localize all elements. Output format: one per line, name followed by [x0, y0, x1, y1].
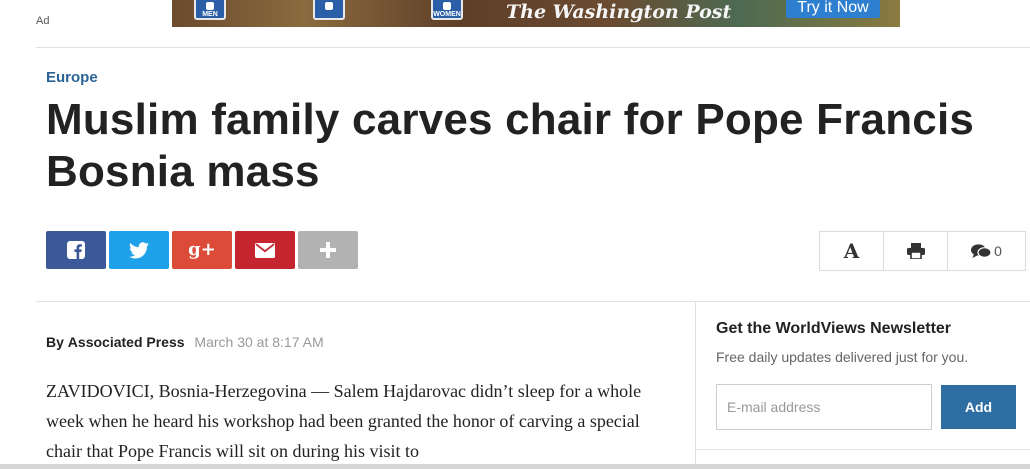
- print-button[interactable]: [884, 232, 948, 270]
- header-divider: [36, 47, 1030, 48]
- person-icon: [443, 2, 451, 10]
- comments-button[interactable]: 0: [948, 232, 1025, 270]
- newsletter-subtitle: Free daily updates delivered just for yo…: [716, 349, 969, 365]
- printer-icon: [906, 243, 925, 259]
- publish-timestamp: March 30 at 8:17 AM: [194, 334, 324, 350]
- newsletter-title: Get the WorldViews Newsletter: [716, 320, 952, 337]
- content-divider: [36, 301, 1030, 302]
- comment-count: 0: [994, 243, 1002, 259]
- facebook-icon: [67, 241, 85, 259]
- ad-label: Ad: [36, 15, 50, 27]
- byline-prefix: By: [46, 334, 64, 350]
- sidebar-divider: [695, 301, 696, 469]
- newsletter-add-button[interactable]: Add: [941, 385, 1016, 429]
- newsletter-divider: [696, 449, 1030, 450]
- restroom-sign: [313, 0, 345, 20]
- person-icon: [325, 2, 333, 10]
- comment-bubbles-icon: [971, 243, 992, 258]
- envelope-icon: [255, 242, 275, 258]
- twitter-icon: [129, 241, 149, 258]
- men-sign-label: MEN: [202, 11, 218, 18]
- article-headline: Muslim family carves chair for Pope Fran…: [46, 95, 975, 196]
- ad-try-it-now-button[interactable]: Try it Now: [786, 0, 880, 18]
- women-sign-label: WOMEN: [433, 11, 461, 18]
- men-restroom-sign: MEN: [194, 0, 226, 20]
- section-kicker-link[interactable]: Europe: [46, 69, 98, 86]
- font-size-button[interactable]: A: [820, 232, 884, 270]
- article-tools: A 0: [819, 231, 1026, 271]
- font-size-icon: A: [843, 239, 860, 263]
- plus-icon: [320, 242, 336, 258]
- google-plus-icon: g+: [188, 239, 216, 260]
- horizontal-scrollbar[interactable]: [0, 464, 1030, 469]
- facebook-share-button[interactable]: [46, 231, 106, 269]
- twitter-share-button[interactable]: [109, 231, 169, 269]
- google-plus-share-button[interactable]: g+: [172, 231, 232, 269]
- women-restroom-sign: WOMEN: [431, 0, 463, 20]
- ad-banner[interactable]: MEN WOMEN The Washington Post Try it Now: [172, 0, 900, 27]
- article-body-paragraph: ZAVIDOVICI, Bosnia-Herzegovina — Salem H…: [46, 381, 642, 461]
- newsletter-email-input[interactable]: [716, 384, 932, 430]
- more-share-options-button[interactable]: [298, 231, 358, 269]
- person-icon: [206, 2, 214, 10]
- byline: By Associated Press March 30 at 8:17 AM: [46, 334, 324, 350]
- ad-brand-logo: The Washington Post: [506, 1, 732, 23]
- email-share-button[interactable]: [235, 231, 295, 269]
- byline-author-link[interactable]: Associated Press: [68, 334, 185, 350]
